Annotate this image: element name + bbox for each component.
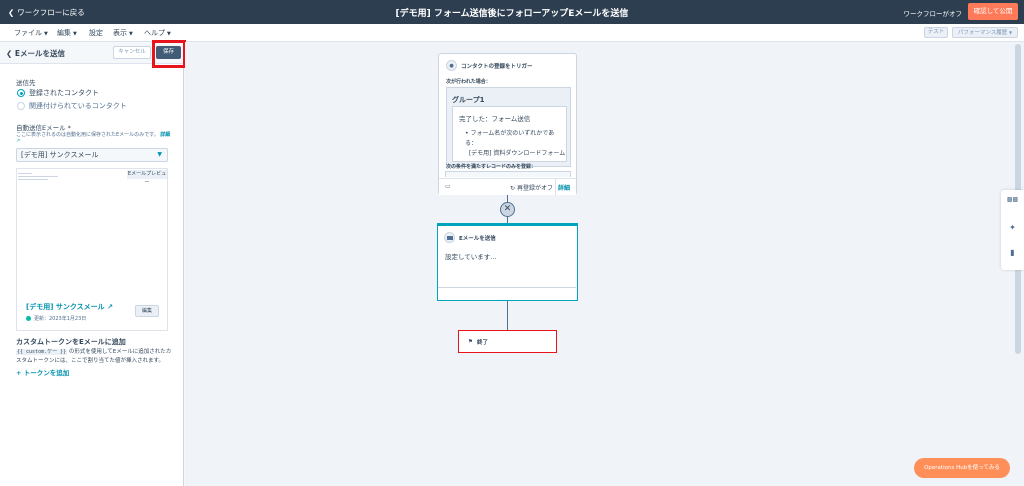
panel-title-label: Eメールを送信	[14, 49, 66, 58]
comment-icon[interactable]: ▮	[1001, 248, 1024, 257]
review-and-publish-button[interactable]: 確認して公開	[968, 3, 1018, 20]
menu-edit-label: 編集	[57, 29, 71, 37]
filter-box-fade	[445, 171, 571, 177]
action-settings-panel: ❮ Eメールを送信 キャンセル 保存 送信先 登録されたコンタクト 関連付けられ…	[0, 42, 184, 486]
preview-text-line	[18, 176, 58, 177]
cancel-button[interactable]: キャンセル	[113, 46, 151, 59]
auto-email-help-text: ここに表示されるのは自動化用に保存されたEメールのみです。	[16, 132, 159, 138]
operations-hub-button[interactable]: Operations Hubを使ってみる	[914, 458, 1010, 478]
chevron-down-icon: ▼	[129, 31, 133, 37]
selected-email-value: [デモ用] サンクスメール	[21, 151, 99, 159]
email-preview-badge: Eメールプレビュー	[127, 170, 167, 186]
menu-help[interactable]: ヘルプ ▼	[144, 28, 171, 38]
card-divider	[438, 287, 576, 288]
custom-token-description: {{ custom.ケー }} の形式を使用してEメールに追加されたカスタムトー…	[16, 348, 176, 366]
preview-email-name-label: [デモ用] サンクスメール	[26, 303, 105, 311]
radio-registered-contact[interactable]: 登録されたコンタクト	[17, 88, 99, 98]
radio-registered-label: 登録されたコンタクト	[29, 89, 99, 97]
top-bar: ❮ ワークフローに戻る [デモ用] フォーム送信後にフォローアップEメールを送信…	[0, 0, 1024, 24]
workflow-canvas[interactable]	[185, 42, 1024, 486]
end-label: ⚑ 終了	[468, 338, 488, 346]
trigger-header-label: コンタクトの登録をトリガー	[461, 63, 533, 70]
menu-settings-label: 設定	[89, 29, 103, 37]
reenroll-filter-label: 次の条件を満たすレコードのみを登録：	[446, 164, 537, 170]
delete-branch-icon[interactable]: ✕	[500, 202, 515, 217]
end-node[interactable]: ⚑ 終了	[458, 330, 557, 353]
menu-file-label: ファイル	[14, 29, 42, 37]
test-button[interactable]: テスト	[924, 27, 948, 38]
chevron-down-icon: ▼	[167, 31, 171, 37]
condition-bullet: • フォーム名が次のいずれかである： [デモ用] 資料ダウンロードフォーム	[465, 130, 566, 157]
add-token-link[interactable]: + トークンを追加	[16, 367, 69, 377]
send-email-status: 設定しています...	[445, 253, 497, 261]
status-dot	[26, 316, 31, 321]
menu-settings[interactable]: 設定	[89, 28, 103, 38]
chevron-down-icon: ▼	[73, 31, 77, 37]
custom-token-title: カスタムトークンをEメールに追加	[16, 338, 126, 346]
radio-associated-contact[interactable]: 関連付けられているコンタクト	[17, 101, 127, 111]
sparkle-icon[interactable]: ✦	[1001, 223, 1024, 232]
save-highlight-box	[152, 40, 186, 68]
preview-updated: 更新：2023年1月23日	[26, 315, 86, 322]
performance-history-label: パフォーマンス履歴	[957, 30, 1008, 36]
end-label-text: 終了	[476, 340, 488, 346]
group-title: グループ1	[452, 96, 485, 104]
email-icon	[444, 232, 455, 243]
connector-line	[507, 301, 508, 330]
preview-text-line	[18, 179, 48, 180]
menu-view-label: 表示	[113, 29, 127, 37]
auto-email-select[interactable]: [デモ用] サンクスメール ▼	[16, 148, 168, 162]
trigger-condition: 完了した：フォーム送信 • フォーム名が次のいずれかである： [デモ用] 資料ダ…	[452, 106, 567, 162]
enrollment-trigger-card[interactable]: ● コンタクトの登録をトリガー 次が行われた場合： グループ1 完了した：フォー…	[438, 53, 577, 196]
performance-history-button[interactable]: パフォーマンス履歴 ▼	[952, 27, 1018, 38]
footer-divider	[555, 179, 556, 196]
right-side-toolbar: ▩▩ ✦ ▮	[1001, 190, 1024, 270]
chevron-down-icon: ▼	[1009, 30, 1013, 35]
external-link-icon: ↗	[107, 303, 113, 311]
send-email-header-label: Eメールを送信	[459, 235, 496, 242]
menu-edit[interactable]: 編集 ▼	[57, 28, 77, 38]
clipboard-icon[interactable]: ▭	[445, 183, 451, 190]
condition-line-1: フォーム名が次のいずれかである：	[465, 130, 555, 147]
trigger-group: グループ1 完了した：フォーム送信 • フォーム名が次のいずれかである： [デモ…	[446, 87, 571, 167]
token-code: {{ custom.ケー }}	[16, 349, 68, 355]
menu-view[interactable]: 表示 ▼	[113, 28, 133, 38]
grid-icon[interactable]: ▩▩	[1001, 196, 1024, 203]
preview-text-line	[18, 173, 32, 174]
radio-unselected-icon[interactable]	[17, 102, 25, 110]
details-button[interactable]: 詳細	[558, 183, 570, 192]
details-link[interactable]: 詳細	[160, 132, 170, 138]
send-to-label: 送信先	[16, 79, 36, 87]
completed-label: 完了した：フォーム送信	[459, 115, 531, 123]
preview-email-name[interactable]: [デモ用] サンクスメール ↗	[26, 302, 113, 312]
trigger-footer: ▭ ↻ 再登録がオフ 詳細	[439, 178, 576, 196]
condition-line-2: [デモ用] 資料ダウンロードフォーム	[468, 150, 566, 157]
email-preview: Eメールプレビュー [デモ用] サンクスメール ↗ 更新：2023年1月23日 …	[16, 168, 168, 331]
auto-email-help: ここに表示されるのは自動化用に保存されたEメールのみです。 詳細 ↗	[16, 131, 171, 144]
flag-icon: ⚑	[468, 339, 473, 345]
send-email-header: Eメールを送信	[444, 232, 496, 243]
preview-updated-label: 更新：2023年1月23日	[34, 316, 87, 322]
panel-title[interactable]: ❮ Eメールを送信	[6, 48, 65, 59]
trigger-header: ● コンタクトの登録をトリガー	[446, 60, 533, 71]
radio-selected-icon[interactable]	[17, 89, 25, 97]
refresh-icon: ↻	[510, 185, 516, 192]
add-token-label: トークンを追加	[23, 369, 70, 377]
chevron-down-icon: ▼	[44, 31, 48, 37]
workflow-status: ワークフローがオフ	[903, 10, 963, 18]
contact-icon: ●	[446, 60, 457, 71]
reenroll-status[interactable]: ↻ 再登録がオフ	[510, 183, 553, 192]
trigger-when-label: 次が行われた場合：	[446, 79, 491, 85]
send-email-action-card[interactable]: Eメールを送信 設定しています...	[437, 223, 578, 301]
edit-email-button[interactable]: 編集	[135, 305, 159, 317]
radio-associated-label: 関連付けられているコンタクト	[29, 102, 127, 110]
chevron-down-icon: ▼	[157, 151, 162, 158]
menu-help-label: ヘルプ	[144, 29, 165, 37]
workflow-title[interactable]: [デモ用] フォーム送信後にフォローアップEメールを送信	[0, 6, 1024, 19]
menu-file[interactable]: ファイル ▼	[14, 28, 48, 38]
reenroll-label: 再登録がオフ	[516, 185, 553, 192]
external-link-icon: ↗	[16, 138, 21, 144]
